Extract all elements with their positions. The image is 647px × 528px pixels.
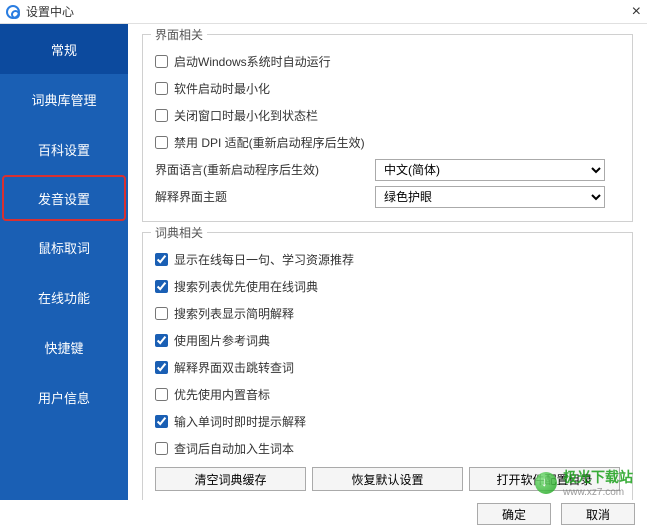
- opt-label: 显示在线每日一句、学习资源推荐: [174, 251, 354, 268]
- checkbox-brief[interactable]: [155, 307, 168, 320]
- row-ui-language: 界面语言(重新启动程序后生效) 中文(简体): [155, 157, 620, 182]
- main-area: 常规 词典库管理 百科设置 发音设置 鼠标取词 在线功能 快捷键 用户信息 界面…: [0, 24, 647, 500]
- opt-label: 关闭窗口时最小化到状态栏: [174, 107, 318, 124]
- sidebar-item-user[interactable]: 用户信息: [0, 372, 128, 422]
- sidebar-item-dict-manage[interactable]: 词典库管理: [0, 74, 128, 124]
- app-logo-icon: [6, 5, 20, 19]
- ui-language-select[interactable]: 中文(简体): [375, 159, 605, 181]
- opt-image-dict: 使用图片参考词典: [155, 328, 620, 353]
- opt-start-min: 软件启动时最小化: [155, 76, 620, 101]
- opt-label: 使用图片参考词典: [174, 332, 270, 349]
- row-theme: 解释界面主题 绿色护眼: [155, 184, 620, 209]
- sidebar: 常规 词典库管理 百科设置 发音设置 鼠标取词 在线功能 快捷键 用户信息: [0, 24, 128, 500]
- sidebar-item-mouse[interactable]: 鼠标取词: [0, 222, 128, 272]
- sidebar-item-label: 常规: [51, 40, 77, 59]
- restore-default-button[interactable]: 恢复默认设置: [312, 467, 463, 491]
- sidebar-item-hotkey[interactable]: 快捷键: [0, 322, 128, 372]
- opt-label: 禁用 DPI 适配(重新启动程序后生效): [174, 134, 365, 151]
- opt-label: 搜索列表优先使用在线词典: [174, 278, 318, 295]
- opt-builtin-phonetic: 优先使用内置音标: [155, 382, 620, 407]
- opt-daily: 显示在线每日一句、学习资源推荐: [155, 247, 620, 272]
- sidebar-item-pronunciation[interactable]: 发音设置: [2, 175, 126, 221]
- opt-label: 搜索列表显示简明解释: [174, 305, 294, 322]
- group-dict: 词典相关 显示在线每日一句、学习资源推荐 搜索列表优先使用在线词典 搜索列表显示…: [142, 232, 633, 500]
- sidebar-item-label: 快捷键: [44, 338, 83, 357]
- footer: 确定 取消: [0, 500, 647, 528]
- opt-label: 查词后自动加入生词本: [174, 440, 294, 457]
- sidebar-item-label: 发音设置: [38, 189, 90, 208]
- group-ui: 界面相关 启动Windows系统时自动运行 软件启动时最小化 关闭窗口时最小化到…: [142, 34, 633, 222]
- sidebar-item-label: 用户信息: [38, 388, 90, 407]
- window-title: 设置中心: [26, 3, 74, 20]
- clear-cache-button[interactable]: 清空词典缓存: [155, 467, 306, 491]
- opt-label: 解释界面双击跳转查词: [174, 359, 294, 376]
- ok-button[interactable]: 确定: [477, 503, 551, 525]
- sidebar-item-label: 词典库管理: [31, 90, 96, 109]
- sidebar-item-label: 鼠标取词: [38, 238, 90, 257]
- theme-label: 解释界面主题: [155, 188, 375, 205]
- open-config-button[interactable]: 打开软件配置目录: [469, 467, 620, 491]
- opt-online-first: 搜索列表优先使用在线词典: [155, 274, 620, 299]
- checkbox-close-tray[interactable]: [155, 109, 168, 122]
- sidebar-item-wiki[interactable]: 百科设置: [0, 124, 128, 174]
- checkbox-image-dict[interactable]: [155, 334, 168, 347]
- group-ui-legend: 界面相关: [151, 26, 207, 43]
- checkbox-instant-hint[interactable]: [155, 415, 168, 428]
- content-pane: 界面相关 启动Windows系统时自动运行 软件启动时最小化 关闭窗口时最小化到…: [128, 24, 647, 500]
- sidebar-item-label: 百科设置: [38, 140, 90, 159]
- opt-auto-wordbook: 查词后自动加入生词本: [155, 436, 620, 461]
- sidebar-item-general[interactable]: 常规: [0, 24, 128, 74]
- opt-label: 输入单词时即时提示解释: [174, 413, 306, 430]
- cancel-button[interactable]: 取消: [561, 503, 635, 525]
- opt-close-tray: 关闭窗口时最小化到状态栏: [155, 103, 620, 128]
- opt-dblclick-jump: 解释界面双击跳转查词: [155, 355, 620, 380]
- checkbox-autostart[interactable]: [155, 55, 168, 68]
- ui-language-label: 界面语言(重新启动程序后生效): [155, 161, 375, 178]
- sidebar-item-label: 在线功能: [38, 288, 90, 307]
- opt-disable-dpi: 禁用 DPI 适配(重新启动程序后生效): [155, 130, 620, 155]
- theme-select[interactable]: 绿色护眼: [375, 186, 605, 208]
- opt-label: 软件启动时最小化: [174, 80, 270, 97]
- opt-autostart: 启动Windows系统时自动运行: [155, 49, 620, 74]
- checkbox-online-first[interactable]: [155, 280, 168, 293]
- checkbox-disable-dpi[interactable]: [155, 136, 168, 149]
- checkbox-dblclick-jump[interactable]: [155, 361, 168, 374]
- opt-label: 优先使用内置音标: [174, 386, 270, 403]
- opt-label: 启动Windows系统时自动运行: [174, 53, 331, 70]
- sidebar-item-online[interactable]: 在线功能: [0, 272, 128, 322]
- opt-instant-hint: 输入单词时即时提示解释: [155, 409, 620, 434]
- group-dict-legend: 词典相关: [151, 224, 207, 241]
- titlebar: 设置中心 ×: [0, 0, 647, 24]
- checkbox-daily[interactable]: [155, 253, 168, 266]
- dict-button-row: 清空词典缓存 恢复默认设置 打开软件配置目录: [155, 467, 620, 491]
- close-icon[interactable]: ×: [632, 3, 641, 21]
- checkbox-builtin-phonetic[interactable]: [155, 388, 168, 401]
- checkbox-start-min[interactable]: [155, 82, 168, 95]
- checkbox-auto-wordbook[interactable]: [155, 442, 168, 455]
- opt-brief: 搜索列表显示简明解释: [155, 301, 620, 326]
